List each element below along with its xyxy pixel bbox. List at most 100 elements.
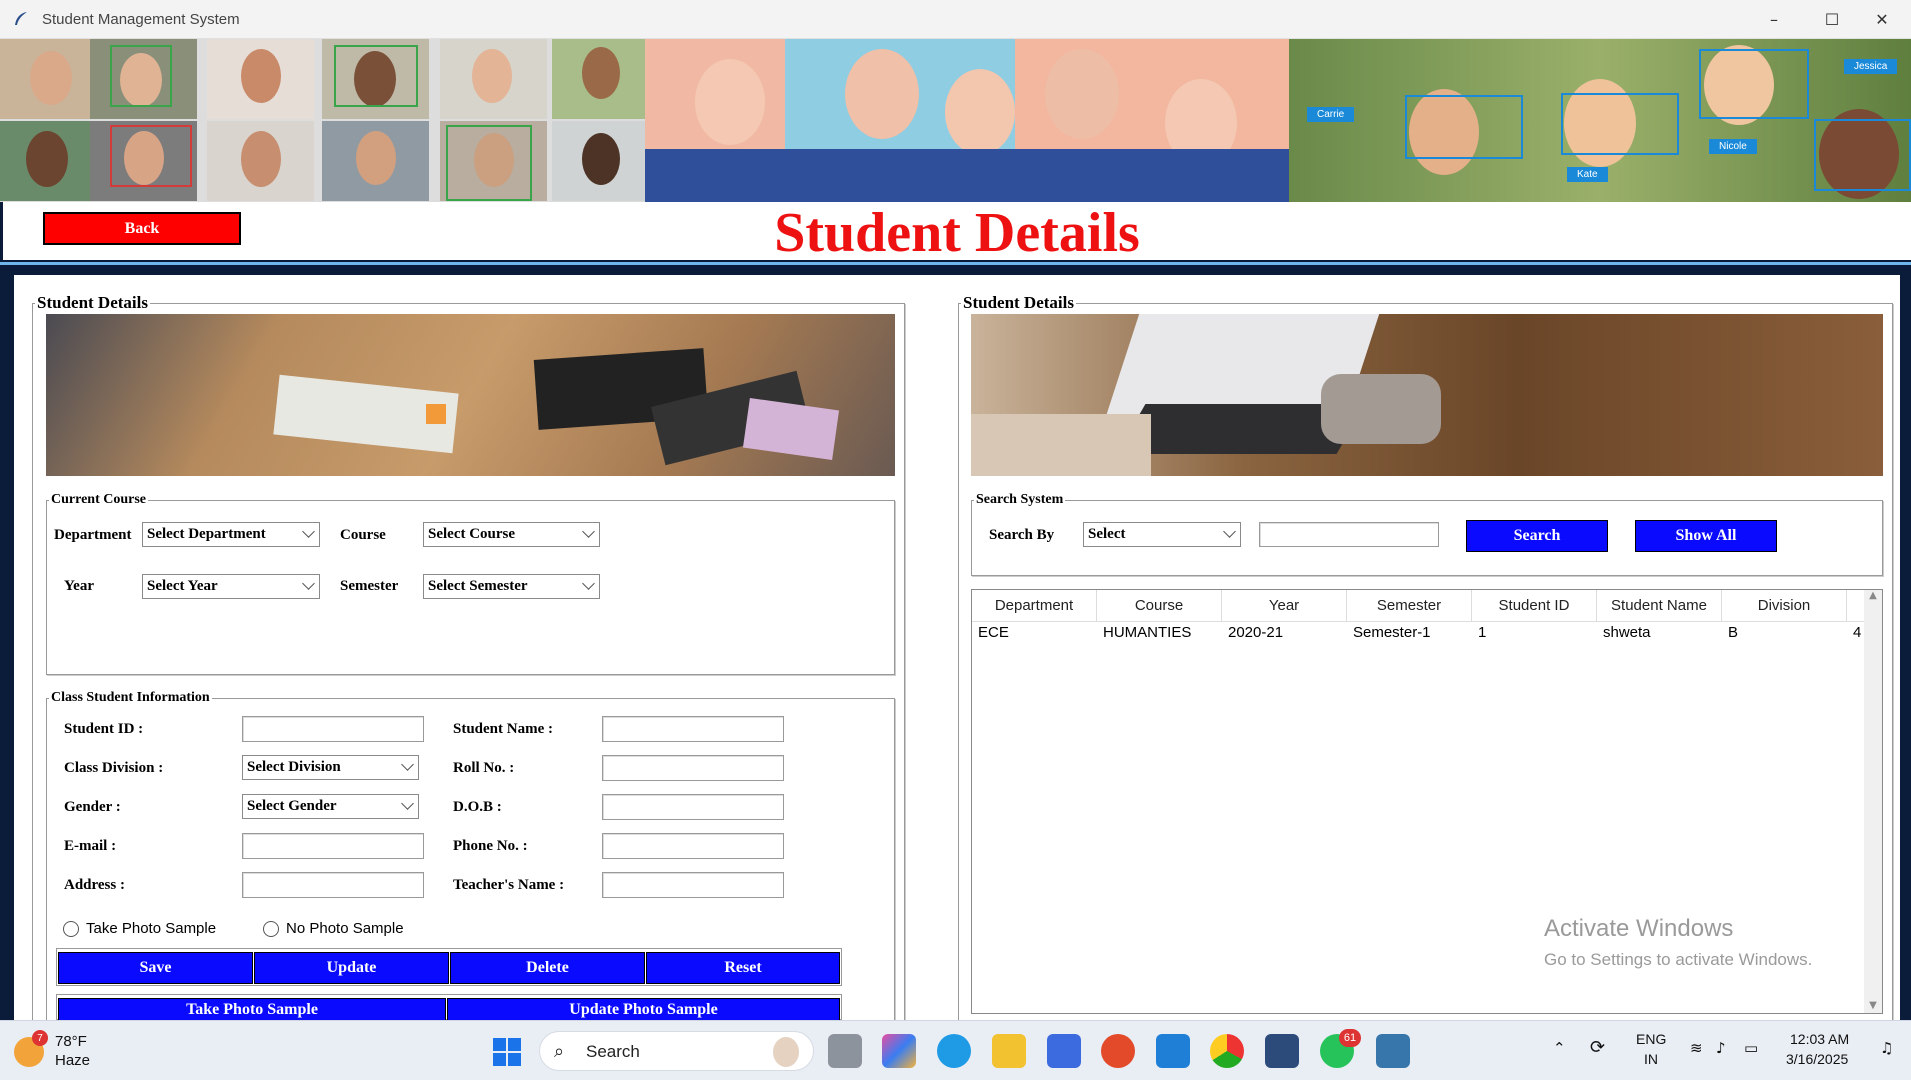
volume-icon[interactable]: ♪ bbox=[1716, 1039, 1726, 1057]
table-cell: Semester-1 bbox=[1353, 624, 1431, 641]
reset-button[interactable]: Reset bbox=[646, 952, 840, 984]
minimize-button[interactable]: – bbox=[1745, 0, 1803, 39]
close-button[interactable]: ✕ bbox=[1853, 0, 1911, 39]
face-label-jessica: Jessica bbox=[1844, 59, 1898, 74]
column-header-course[interactable]: Course bbox=[1097, 590, 1222, 622]
edge-icon[interactable] bbox=[937, 1034, 971, 1068]
search-icon: ⌕ bbox=[554, 1041, 565, 1062]
column-header-semester[interactable]: Semester bbox=[1347, 590, 1472, 622]
gender-select[interactable]: Select Gender bbox=[242, 794, 419, 819]
division-label: Class Division : bbox=[64, 760, 164, 776]
app-badge-icon[interactable] bbox=[1101, 1034, 1135, 1068]
weather-desc[interactable]: Haze bbox=[55, 1052, 90, 1069]
table-vertical-scrollbar[interactable]: ▲ ▼ bbox=[1864, 590, 1882, 1013]
table-header: Department Course Year Semester Student … bbox=[972, 590, 1877, 622]
phone-input[interactable] bbox=[602, 833, 784, 859]
battery-icon[interactable]: ▭ bbox=[1744, 1039, 1758, 1057]
page-header: Student Details Back bbox=[3, 202, 1911, 264]
search-by-select[interactable]: Select bbox=[1083, 522, 1241, 547]
address-input[interactable] bbox=[242, 872, 424, 898]
chevron-down-icon bbox=[1223, 525, 1236, 538]
no-photo-sample-radio[interactable]: No Photo Sample bbox=[263, 920, 404, 937]
teacher-name-input[interactable] bbox=[602, 872, 784, 898]
year-label: Year bbox=[64, 578, 94, 594]
weather-temp[interactable]: 78°F bbox=[55, 1033, 87, 1050]
update-button[interactable]: Update bbox=[254, 952, 449, 984]
student-id-input[interactable] bbox=[242, 716, 424, 742]
copilot-icon[interactable] bbox=[882, 1034, 916, 1068]
search-button[interactable]: Search bbox=[1466, 520, 1608, 552]
column-header-year[interactable]: Year bbox=[1222, 590, 1347, 622]
course-select-value: Select Course bbox=[428, 526, 516, 542]
left-panel-title: Student Details bbox=[37, 293, 148, 312]
student-name-input[interactable] bbox=[602, 716, 784, 742]
clock-time[interactable]: 12:03 AM bbox=[1790, 1031, 1849, 1047]
delete-button[interactable]: Delete bbox=[450, 952, 645, 984]
year-select-value: Select Year bbox=[147, 578, 218, 594]
division-select[interactable]: Select Division bbox=[242, 755, 419, 780]
department-select[interactable]: Select Department bbox=[142, 522, 320, 547]
dob-input[interactable] bbox=[602, 794, 784, 820]
right-panel-title: Student Details bbox=[963, 293, 1074, 312]
minimize-icon: – bbox=[1770, 10, 1778, 29]
address-label: Address : bbox=[64, 877, 125, 893]
header-banner: Carrie Kate Nicole Jessica bbox=[0, 39, 1911, 202]
notification-bell-icon[interactable]: ♫ bbox=[1880, 1039, 1893, 1057]
whatsapp-badge: 61 bbox=[1339, 1029, 1361, 1047]
scroll-down-icon[interactable]: ▼ bbox=[1864, 1000, 1882, 1011]
chevron-up-icon[interactable]: ⌃ bbox=[1553, 1039, 1566, 1057]
chevron-down-icon bbox=[302, 577, 315, 590]
banner-face-grid-image bbox=[0, 39, 645, 202]
team-meeting-photo bbox=[46, 314, 895, 476]
vscode-icon[interactable] bbox=[1156, 1034, 1190, 1068]
chrome-icon[interactable] bbox=[1210, 1034, 1244, 1068]
year-select[interactable]: Select Year bbox=[142, 574, 320, 599]
take-photo-sample-radio[interactable]: Take Photo Sample bbox=[63, 920, 216, 937]
search-input[interactable] bbox=[1259, 522, 1439, 547]
division-select-value: Select Division bbox=[247, 759, 341, 775]
update-photo-sample-button[interactable]: Update Photo Sample bbox=[447, 998, 840, 1020]
search-by-select-value: Select bbox=[1088, 526, 1126, 542]
roll-no-input[interactable] bbox=[602, 755, 784, 781]
column-header-student-name[interactable]: Student Name bbox=[1597, 590, 1722, 622]
take-photo-sample-button[interactable]: Take Photo Sample bbox=[58, 998, 446, 1020]
scroll-up-icon[interactable]: ▲ bbox=[1864, 590, 1882, 601]
language-line2[interactable]: IN bbox=[1644, 1051, 1658, 1067]
take-photo-sample-radio-label: Take Photo Sample bbox=[86, 920, 217, 937]
chevron-down-icon bbox=[401, 797, 414, 810]
search-highlight-icon bbox=[773, 1037, 799, 1067]
laptop-photo bbox=[971, 314, 1883, 476]
maximize-icon: ☐ bbox=[1824, 10, 1840, 29]
windows-start-icon[interactable] bbox=[493, 1038, 521, 1066]
department-select-value: Select Department bbox=[147, 526, 266, 542]
sync-icon[interactable]: ⟳ bbox=[1590, 1037, 1605, 1058]
semester-select[interactable]: Select Semester bbox=[423, 574, 600, 599]
wifi-icon[interactable]: ≋ bbox=[1690, 1039, 1703, 1057]
table-row[interactable]: ECE HUMANTIES 2020-21 Semester-1 1 shwet… bbox=[972, 624, 1867, 648]
python-app-icon[interactable] bbox=[1376, 1034, 1410, 1068]
show-all-button[interactable]: Show All bbox=[1635, 520, 1777, 552]
save-button[interactable]: Save bbox=[58, 952, 253, 984]
file-explorer-icon[interactable] bbox=[992, 1034, 1026, 1068]
language-line1[interactable]: ENG bbox=[1636, 1031, 1666, 1047]
window-title: Student Management System bbox=[42, 10, 240, 28]
taskbar-search-box[interactable]: ⌕ Search bbox=[539, 1031, 814, 1071]
page-title: Student Details bbox=[774, 202, 1140, 264]
search-by-label: Search By bbox=[989, 527, 1055, 543]
roll-no-label: Roll No. : bbox=[453, 760, 515, 776]
email-input[interactable] bbox=[242, 833, 424, 859]
column-header-division[interactable]: Division bbox=[1722, 590, 1847, 622]
column-header-student-id[interactable]: Student ID bbox=[1472, 590, 1597, 622]
course-select[interactable]: Select Course bbox=[423, 522, 600, 547]
clock-date[interactable]: 3/16/2025 bbox=[1786, 1051, 1848, 1067]
mysql-workbench-icon[interactable] bbox=[1265, 1034, 1299, 1068]
decor-line bbox=[0, 262, 1911, 265]
microsoft-store-icon[interactable] bbox=[1047, 1034, 1081, 1068]
face-label-nicole: Nicole bbox=[1709, 139, 1757, 154]
semester-label: Semester bbox=[340, 578, 399, 594]
back-button[interactable]: Back bbox=[43, 212, 241, 245]
task-view-icon[interactable] bbox=[828, 1034, 862, 1068]
column-header-department[interactable]: Department bbox=[972, 590, 1097, 622]
email-label: E-mail : bbox=[64, 838, 117, 854]
teacher-name-label: Teacher's Name : bbox=[453, 877, 565, 893]
